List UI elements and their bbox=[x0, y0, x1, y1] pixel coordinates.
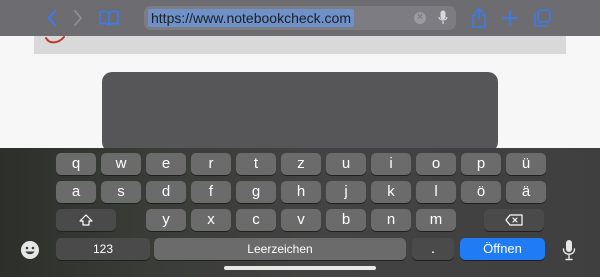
key-h[interactable]: h bbox=[281, 181, 321, 203]
key-a-umlaut[interactable]: ä bbox=[506, 181, 546, 203]
shift-icon bbox=[79, 214, 93, 226]
bookmarks-button[interactable] bbox=[97, 6, 121, 30]
space-key[interactable]: Leerzeichen bbox=[154, 238, 406, 260]
dictation-microphone-icon[interactable] bbox=[562, 239, 576, 261]
browser-screen: https://www.notebookcheck.com × q w e r … bbox=[0, 0, 600, 277]
key-l[interactable]: l bbox=[416, 181, 456, 203]
key-p[interactable]: p bbox=[461, 153, 501, 175]
key-z[interactable]: z bbox=[281, 153, 321, 175]
key-v[interactable]: v bbox=[281, 209, 321, 231]
key-a[interactable]: a bbox=[56, 181, 96, 203]
browser-toolbar: https://www.notebookcheck.com × bbox=[0, 0, 600, 36]
key-o[interactable]: o bbox=[416, 153, 456, 175]
chevron-left-icon bbox=[48, 10, 56, 26]
logo-fragment bbox=[45, 36, 65, 44]
go-key[interactable]: Öffnen bbox=[460, 238, 545, 260]
share-icon bbox=[472, 8, 486, 28]
page-header-strip bbox=[34, 36, 566, 54]
suggestions-panel[interactable] bbox=[102, 72, 498, 152]
key-j[interactable]: j bbox=[326, 181, 366, 203]
key-u[interactable]: u bbox=[326, 153, 366, 175]
key-i[interactable]: i bbox=[371, 153, 411, 175]
address-bar[interactable]: https://www.notebookcheck.com × bbox=[144, 6, 456, 30]
key-d[interactable]: d bbox=[146, 181, 186, 203]
period-key[interactable]: . bbox=[412, 238, 454, 260]
shift-key[interactable] bbox=[56, 209, 116, 231]
key-c[interactable]: c bbox=[236, 209, 276, 231]
url-text[interactable]: https://www.notebookcheck.com bbox=[148, 9, 354, 27]
key-o-umlaut[interactable]: ö bbox=[461, 181, 501, 203]
key-s[interactable]: s bbox=[101, 181, 141, 203]
tabs-button[interactable] bbox=[530, 6, 554, 30]
key-n[interactable]: n bbox=[371, 209, 411, 231]
plus-icon bbox=[502, 10, 518, 26]
new-tab-button[interactable] bbox=[498, 6, 522, 30]
key-m[interactable]: m bbox=[416, 209, 456, 231]
forward-button[interactable] bbox=[66, 6, 90, 30]
key-x[interactable]: x bbox=[191, 209, 231, 231]
delete-key[interactable] bbox=[484, 209, 544, 231]
numbers-key[interactable]: 123 bbox=[56, 238, 150, 260]
key-u-umlaut[interactable]: ü bbox=[506, 153, 546, 175]
key-q[interactable]: q bbox=[56, 153, 96, 175]
key-e[interactable]: e bbox=[146, 153, 186, 175]
key-w[interactable]: w bbox=[101, 153, 141, 175]
book-icon bbox=[99, 10, 119, 26]
key-g[interactable]: g bbox=[236, 181, 276, 203]
back-button[interactable] bbox=[40, 6, 64, 30]
backspace-icon bbox=[505, 214, 523, 226]
key-r[interactable]: r bbox=[191, 153, 231, 175]
key-k[interactable]: k bbox=[371, 181, 411, 203]
emoji-icon[interactable] bbox=[20, 240, 40, 260]
tabs-icon bbox=[534, 9, 551, 27]
key-t[interactable]: t bbox=[236, 153, 276, 175]
microphone-icon[interactable] bbox=[438, 10, 448, 26]
key-b[interactable]: b bbox=[326, 209, 366, 231]
clear-url-button[interactable]: × bbox=[414, 12, 426, 24]
home-indicator bbox=[224, 266, 376, 270]
share-button[interactable] bbox=[467, 6, 491, 30]
chevron-right-icon bbox=[74, 10, 82, 26]
web-page-content[interactable] bbox=[0, 36, 600, 152]
key-y[interactable]: y bbox=[146, 209, 186, 231]
key-f[interactable]: f bbox=[191, 181, 231, 203]
